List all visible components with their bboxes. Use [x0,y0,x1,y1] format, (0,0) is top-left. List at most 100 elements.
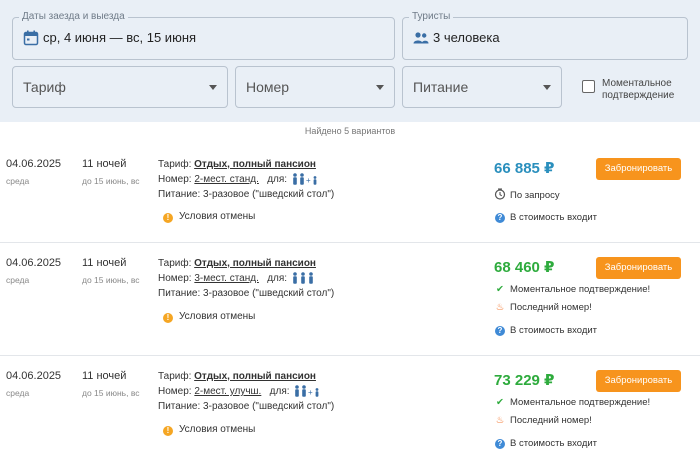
offer-room-link[interactable]: 2-мест. улучш. [194,386,261,397]
two-adults-one-child-icon: + [293,173,317,185]
offer-feature: ♨ Последний номер! [494,302,592,314]
tariff-select-label: Тариф [23,79,66,95]
cancel-terms-link[interactable]: ! Условия отмены [163,423,255,437]
people-icon [413,32,429,44]
dates-field-legend: Даты заезда и выезда [19,11,128,23]
offer-weekday: среда [6,275,30,285]
room-prefix: Номер: [158,273,192,284]
tourists-field-legend: Туристы [409,11,454,23]
room-prefix: Номер: [158,386,192,397]
offer-room-line: Номер: 3-мест. станд. для: [158,272,316,286]
offer-meals-line: Питание: 3-разовое ("шведский стол") [158,287,334,301]
meals-prefix: Питание: [158,288,201,299]
dates-field[interactable]: Даты заезда и выезда ср, 4 июня — вс, 15… [12,11,395,60]
included-link[interactable]: ? В стоимость входит [494,212,597,224]
offer-tariff-link[interactable]: Отдых, полный пансион [194,159,316,170]
meals-prefix: Питание: [158,401,201,412]
offer-nights: 11 ночей [82,370,127,382]
included-link[interactable]: ? В стоимость входит [494,438,597,450]
tourists-value: 3 человека [433,30,500,45]
three-adults-icon [293,272,313,285]
offer-feature: По запросу [494,188,560,202]
svg-text:+: + [306,176,311,185]
included-link[interactable]: ? В стоимость входит [494,325,597,337]
cancel-terms-label: Условия отмены [179,211,256,222]
divider [0,242,700,243]
offer-meals: 3-разовое ("шведский стол") [203,288,335,299]
offer-nights: 11 ночей [82,158,127,170]
offer-tariff-line: Тариф: Отдых, полный пансион [158,370,316,384]
book-button[interactable]: Забронировать [596,257,681,279]
offer-date: 04.06.2025 [6,257,62,269]
question-icon: ? [495,326,505,336]
offer-meals-line: Питание: 3-разовое ("шведский стол") [158,400,334,414]
included-label: В стоимость входит [510,212,598,223]
offer-room-link[interactable]: 2-мест. станд. [194,174,259,185]
included-label: В стоимость входит [510,438,598,449]
cancel-terms-link[interactable]: ! Условия отмены [163,310,255,324]
instant-confirmation-label-line2: подтверждение [602,90,675,101]
offer-row: 04.06.2025 среда 11 ночей до 15 июнь, вс… [0,158,700,242]
tariff-select[interactable]: Тариф [12,66,228,108]
offer-room-line: Номер: 2-мест. станд. для: + [158,173,322,187]
offer-feature-label: Моментальное подтверждение! [510,397,651,408]
cancel-terms-label: Условия отмены [179,311,256,322]
two-adults-one-child-icon: + [295,385,319,397]
offer-price: 66 885 ₽ [494,160,555,177]
offer-until: до 15 июнь, вс [82,388,140,398]
for-prefix: для: [269,386,290,397]
book-button[interactable]: Забронировать [596,158,681,180]
divider [0,355,700,356]
room-select-label: Номер [246,79,290,95]
offer-meals: 3-разовое ("шведский стол") [203,401,335,412]
offer-tariff-line: Тариф: Отдых, полный пансион [158,158,316,172]
chevron-down-icon [376,85,384,90]
meals-select[interactable]: Питание [402,66,562,108]
room-select[interactable]: Номер [235,66,395,108]
offer-meals-line: Питание: 3-разовое ("шведский стол") [158,188,334,202]
chevron-down-icon [209,85,217,90]
offer-row: 04.06.2025 среда 11 ночей до 15 июнь, вс… [0,257,700,355]
offer-feature-label: Моментальное подтверждение! [510,284,651,295]
offer-meals: 3-разовое ("шведский стол") [203,189,335,200]
for-prefix: для: [267,273,288,284]
book-button[interactable]: Забронировать [596,370,681,392]
question-icon: ? [495,213,505,223]
meals-prefix: Питание: [158,189,201,200]
search-filters: Даты заезда и выезда ср, 4 июня — вс, 15… [0,0,700,122]
clock-icon [494,188,506,200]
instant-confirmation-checkbox[interactable] [582,80,595,93]
instant-confirmation-label[interactable]: Моментальное подтверждение [602,78,700,102]
offer-feature-label: Последний номер! [510,302,592,313]
offer-feature-label: Последний номер! [510,415,592,426]
svg-text:+: + [308,388,313,397]
offer-date: 04.06.2025 [6,370,62,382]
offer-nights: 11 ночей [82,257,127,269]
flame-icon: ♨ [495,302,505,313]
calendar-icon [23,30,39,46]
offer-tariff-link[interactable]: Отдых, полный пансион [194,258,316,269]
check-icon: ✔ [496,284,504,295]
offer-until: до 15 июнь, вс [82,275,140,285]
question-icon: ? [495,439,505,449]
instant-confirmation-label-line1: Моментальное [602,78,672,89]
warning-icon: ! [163,213,173,223]
offer-room-line: Номер: 2-мест. улучш. для: + [158,385,324,399]
offer-feature: ✔ Моментальное подтверждение! [494,397,650,409]
flame-icon: ♨ [495,415,505,426]
offer-feature-label: По запросу [510,190,560,201]
offer-tariff-link[interactable]: Отдых, полный пансион [194,371,316,382]
cancel-terms-link[interactable]: ! Условия отмены [163,210,255,224]
meals-select-label: Питание [413,79,469,95]
warning-icon: ! [163,313,173,323]
results-count: Найдено 5 вариантов [304,126,396,136]
check-icon: ✔ [496,397,504,408]
offer-tariff-line: Тариф: Отдых, полный пансион [158,257,316,271]
offer-weekday: среда [6,388,30,398]
offer-price: 68 460 ₽ [494,259,555,276]
offer-room-link[interactable]: 3-мест. станд. [194,273,259,284]
tourists-field[interactable]: Туристы 3 человека [402,11,688,60]
tariff-prefix: Тариф: [158,371,192,382]
offer-row: 04.06.2025 среда 11 ночей до 15 июнь, вс… [0,370,700,468]
offer-price: 73 229 ₽ [494,372,555,389]
